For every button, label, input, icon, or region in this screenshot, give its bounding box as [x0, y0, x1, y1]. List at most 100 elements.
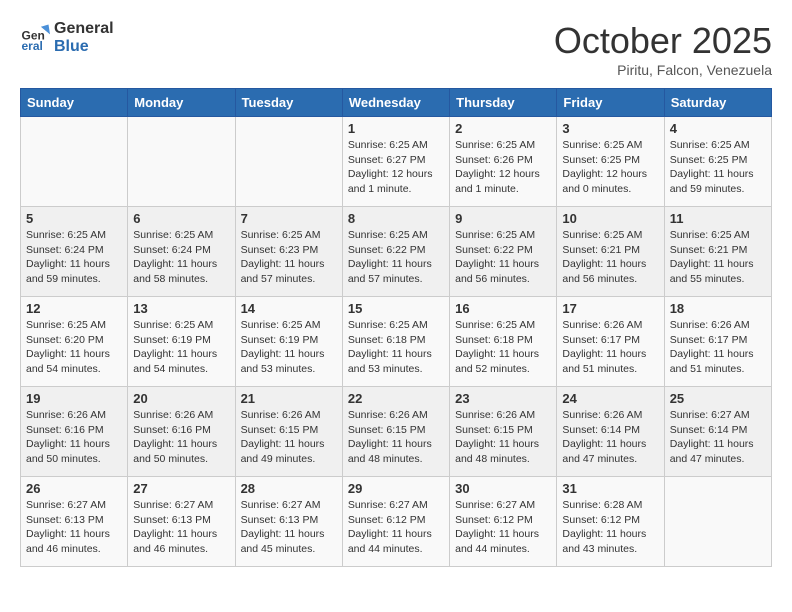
calendar-cell: 25 Sunrise: 6:27 AM Sunset: 6:14 PM Dayli…: [664, 387, 771, 477]
calendar-week-row: 19Sunrise: 6:26 AM Sunset: 6:16 PM Dayli…: [21, 387, 772, 477]
weekday-header-thursday: Thursday: [450, 89, 557, 117]
calendar-cell: 9Sunrise: 6:25 AM Sunset: 6:22 PM Daylig…: [450, 207, 557, 297]
logo-blue-text: Blue: [54, 38, 114, 56]
day-number: 3: [562, 121, 658, 136]
calendar-cell: 15 Sunrise: 6:25 AM Sunset: 6:18 PM Dayli…: [342, 297, 449, 387]
day-number: 30: [455, 481, 551, 496]
calendar-week-row: 5 Sunrise: 6:25 AM Sunset: 6:24 PM Daylig…: [21, 207, 772, 297]
calendar-cell: 27Sunrise: 6:27 AM Sunset: 6:13 PM Dayli…: [128, 477, 235, 567]
day-number: 10: [562, 211, 658, 226]
day-info: Sunrise: 6:25 AM Sunset: 6:19 PM Dayligh…: [133, 318, 229, 377]
day-number: 20: [133, 391, 229, 406]
day-number: 23: [455, 391, 551, 406]
day-number: 5: [26, 211, 122, 226]
page-header: Gen eral General Blue October 2025 Pirit…: [20, 20, 772, 78]
day-number: 1: [348, 121, 444, 136]
day-info: Sunrise: 6:25 AM Sunset: 6:22 PM Dayligh…: [348, 228, 444, 287]
calendar-cell: [664, 477, 771, 567]
calendar-cell: 19Sunrise: 6:26 AM Sunset: 6:16 PM Dayli…: [21, 387, 128, 477]
logo: Gen eral General Blue: [20, 20, 114, 55]
day-info: Sunrise: 6:25 AM Sunset: 6:24 PM Dayligh…: [26, 228, 122, 287]
calendar-cell: 1 Sunrise: 6:25 AM Sunset: 6:27 PM Daylig…: [342, 117, 449, 207]
day-number: 17: [562, 301, 658, 316]
weekday-header-sunday: Sunday: [21, 89, 128, 117]
calendar-cell: 12 Sunrise: 6:25 AM Sunset: 6:20 PM Dayli…: [21, 297, 128, 387]
day-number: 22: [348, 391, 444, 406]
weekday-header-monday: Monday: [128, 89, 235, 117]
day-info: Sunrise: 6:26 AM Sunset: 6:17 PM Dayligh…: [562, 318, 658, 377]
calendar-cell: 14 Sunrise: 6:25 AM Sunset: 6:19 PM Dayli…: [235, 297, 342, 387]
day-info: Sunrise: 6:25 AM Sunset: 6:23 PM Dayligh…: [241, 228, 337, 287]
weekday-header-tuesday: Tuesday: [235, 89, 342, 117]
calendar-cell: [128, 117, 235, 207]
day-number: 6: [133, 211, 229, 226]
weekday-header-wednesday: Wednesday: [342, 89, 449, 117]
day-info: Sunrise: 6:25 AM Sunset: 6:19 PM Dayligh…: [241, 318, 337, 377]
day-info: Sunrise: 6:26 AM Sunset: 6:15 PM Dayligh…: [241, 408, 337, 467]
calendar-cell: 10 Sunrise: 6:25 AM Sunset: 6:21 PM Dayli…: [557, 207, 664, 297]
day-info: Sunrise: 6:25 AM Sunset: 6:18 PM Dayligh…: [348, 318, 444, 377]
day-info: Sunrise: 6:27 AM Sunset: 6:12 PM Dayligh…: [455, 498, 551, 557]
day-number: 16: [455, 301, 551, 316]
day-number: 26: [26, 481, 122, 496]
calendar-cell: 8 Sunrise: 6:25 AM Sunset: 6:22 PM Daylig…: [342, 207, 449, 297]
day-number: 29: [348, 481, 444, 496]
calendar-cell: 18 Sunrise: 6:26 AM Sunset: 6:17 PM Dayli…: [664, 297, 771, 387]
day-info: Sunrise: 6:27 AM Sunset: 6:13 PM Dayligh…: [133, 498, 229, 557]
day-number: 25: [670, 391, 766, 406]
calendar-cell: [235, 117, 342, 207]
day-number: 8: [348, 211, 444, 226]
day-number: 11: [670, 211, 766, 226]
day-number: 14: [241, 301, 337, 316]
day-number: 12: [26, 301, 122, 316]
day-info: Sunrise: 6:25 AM Sunset: 6:27 PM Dayligh…: [348, 138, 444, 197]
day-info: Sunrise: 6:26 AM Sunset: 6:16 PM Dayligh…: [26, 408, 122, 467]
calendar-cell: 16Sunrise: 6:25 AM Sunset: 6:18 PM Dayli…: [450, 297, 557, 387]
calendar-cell: 5 Sunrise: 6:25 AM Sunset: 6:24 PM Daylig…: [21, 207, 128, 297]
day-info: Sunrise: 6:28 AM Sunset: 6:12 PM Dayligh…: [562, 498, 658, 557]
day-info: Sunrise: 6:25 AM Sunset: 6:22 PM Dayligh…: [455, 228, 551, 287]
calendar-cell: 28 Sunrise: 6:27 AM Sunset: 6:13 PM Dayli…: [235, 477, 342, 567]
logo-icon: Gen eral: [20, 23, 50, 53]
calendar-cell: [21, 117, 128, 207]
calendar-week-row: 26 Sunrise: 6:27 AM Sunset: 6:13 PM Dayli…: [21, 477, 772, 567]
day-number: 28: [241, 481, 337, 496]
calendar-cell: 3 Sunrise: 6:25 AM Sunset: 6:25 PM Daylig…: [557, 117, 664, 207]
calendar-cell: 23Sunrise: 6:26 AM Sunset: 6:15 PM Dayli…: [450, 387, 557, 477]
day-info: Sunrise: 6:25 AM Sunset: 6:25 PM Dayligh…: [670, 138, 766, 197]
weekday-header-friday: Friday: [557, 89, 664, 117]
day-info: Sunrise: 6:25 AM Sunset: 6:26 PM Dayligh…: [455, 138, 551, 197]
day-info: Sunrise: 6:27 AM Sunset: 6:13 PM Dayligh…: [26, 498, 122, 557]
calendar-cell: 2 Sunrise: 6:25 AM Sunset: 6:26 PM Daylig…: [450, 117, 557, 207]
calendar-cell: 11Sunrise: 6:25 AM Sunset: 6:21 PM Dayli…: [664, 207, 771, 297]
calendar-week-row: 1 Sunrise: 6:25 AM Sunset: 6:27 PM Daylig…: [21, 117, 772, 207]
day-info: Sunrise: 6:26 AM Sunset: 6:17 PM Dayligh…: [670, 318, 766, 377]
calendar-cell: 22 Sunrise: 6:26 AM Sunset: 6:15 PM Dayli…: [342, 387, 449, 477]
weekday-header-saturday: Saturday: [664, 89, 771, 117]
day-number: 24: [562, 391, 658, 406]
calendar-cell: 6 Sunrise: 6:25 AM Sunset: 6:24 PM Daylig…: [128, 207, 235, 297]
calendar-header-row: SundayMondayTuesdayWednesdayThursdayFrid…: [21, 89, 772, 117]
day-number: 18: [670, 301, 766, 316]
day-info: Sunrise: 6:25 AM Sunset: 6:20 PM Dayligh…: [26, 318, 122, 377]
logo-general-text: General: [54, 20, 114, 38]
calendar-cell: 21Sunrise: 6:26 AM Sunset: 6:15 PM Dayli…: [235, 387, 342, 477]
day-number: 31: [562, 481, 658, 496]
day-info: Sunrise: 6:25 AM Sunset: 6:21 PM Dayligh…: [562, 228, 658, 287]
day-info: Sunrise: 6:25 AM Sunset: 6:25 PM Dayligh…: [562, 138, 658, 197]
day-info: Sunrise: 6:27 AM Sunset: 6:14 PM Dayligh…: [670, 408, 766, 467]
calendar-cell: 31 Sunrise: 6:28 AM Sunset: 6:12 PM Dayli…: [557, 477, 664, 567]
month-title: October 2025: [554, 20, 772, 62]
day-info: Sunrise: 6:26 AM Sunset: 6:15 PM Dayligh…: [348, 408, 444, 467]
day-number: 13: [133, 301, 229, 316]
day-info: Sunrise: 6:27 AM Sunset: 6:13 PM Dayligh…: [241, 498, 337, 557]
calendar-cell: 24Sunrise: 6:26 AM Sunset: 6:14 PM Dayli…: [557, 387, 664, 477]
day-info: Sunrise: 6:27 AM Sunset: 6:12 PM Dayligh…: [348, 498, 444, 557]
svg-text:eral: eral: [22, 39, 43, 53]
day-number: 2: [455, 121, 551, 136]
day-number: 15: [348, 301, 444, 316]
calendar-cell: 13 Sunrise: 6:25 AM Sunset: 6:19 PM Dayli…: [128, 297, 235, 387]
calendar-cell: 29 Sunrise: 6:27 AM Sunset: 6:12 PM Dayli…: [342, 477, 449, 567]
day-info: Sunrise: 6:25 AM Sunset: 6:24 PM Dayligh…: [133, 228, 229, 287]
calendar-cell: 4Sunrise: 6:25 AM Sunset: 6:25 PM Daylig…: [664, 117, 771, 207]
